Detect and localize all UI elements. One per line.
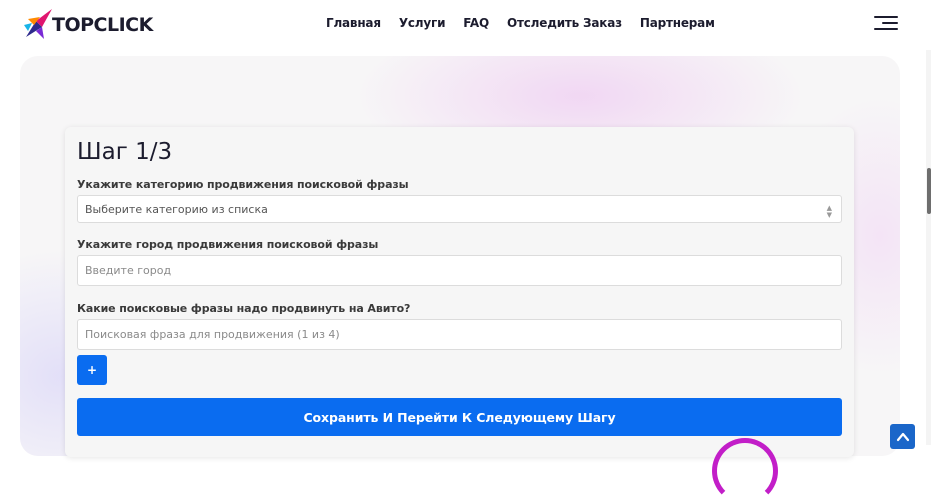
nav-item-services[interactable]: Услуги [399,16,446,30]
nav-item-partners[interactable]: Партнерам [640,16,715,30]
add-phrase-button[interactable]: + [77,355,107,385]
select-arrows-icon: ▲ ▼ [826,204,832,219]
menu-line [882,22,898,24]
rocket-logo-icon [24,9,52,39]
scroll-to-top-button[interactable] [890,424,915,449]
brand-logo[interactable]: TOPCLICK [22,6,153,42]
step-title: Шаг 1/3 [77,139,173,165]
main-nav: Главная Услуги FAQ Отследить Заказ Партн… [326,16,715,30]
city-label: Укажите город продвижения поисковой фраз… [77,238,379,251]
nav-item-track-order[interactable]: Отследить Заказ [507,16,622,30]
phrases-label: Какие поисковые фразы надо продвинуть на… [77,302,411,315]
city-input[interactable]: Введите город [77,255,842,286]
page-scrollbar-thumb[interactable] [927,168,931,214]
page-scrollbar-track[interactable] [926,0,931,445]
category-label: Укажите категорию продвижения поисковой … [77,178,409,191]
site-header: TOPCLICK Главная Услуги FAQ Отследить За… [0,0,931,50]
hamburger-menu-icon[interactable] [874,16,898,30]
phrase-input-placeholder: Поисковая фраза для продвижения (1 из 4) [85,328,340,341]
nav-item-home[interactable]: Главная [326,16,381,30]
phrase-input[interactable]: Поисковая фраза для продвижения (1 из 4) [77,319,842,350]
menu-line [874,16,898,18]
chevron-up-icon [896,432,909,441]
menu-line [874,28,898,30]
city-input-placeholder: Введите город [85,264,172,277]
brand-name: TOPCLICK [52,14,153,36]
nav-item-faq[interactable]: FAQ [463,16,489,30]
category-select-value: Выберите категорию из списка [85,202,268,216]
save-next-step-button[interactable]: Сохранить И Перейти К Следующему Шагу [77,398,842,436]
decorative-circle [712,438,778,504]
category-select[interactable]: Выберите категорию из списка ▲ ▼ [77,195,842,223]
